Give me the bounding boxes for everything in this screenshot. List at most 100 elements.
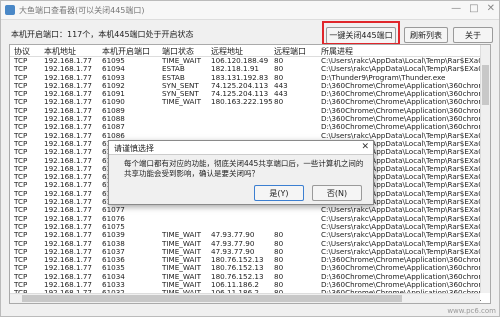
yes-button[interactable]: 是(Y): [254, 185, 304, 201]
table-cell: C:\Users\rakc\AppData\Local\Temp\Rar$EXa…: [321, 57, 481, 65]
table-row[interactable]: TCP 192.168.1.77 61094 ESTAB 182.118.1.91 80 C…: [10, 65, 481, 74]
table-cell: TIME_WAIT: [162, 57, 201, 65]
table-cell: TIME_WAIT: [162, 247, 201, 256]
table-row[interactable]: TCP 192.168.1.77 61088 D:\360Chrome\Chrome\…: [10, 115, 481, 124]
table-cell: 61090: [102, 98, 125, 107]
table-cell: TCP: [14, 90, 28, 99]
table-cell: 80: [274, 57, 284, 65]
table-cell: 61086: [102, 131, 125, 140]
table-row[interactable]: TCP 192.168.1.77 61035 TIME_WAIT 180.76.152.…: [10, 264, 481, 273]
table-cell: TCP: [14, 106, 28, 115]
table-cell: 61092: [102, 81, 125, 90]
table-row[interactable]: TCP 192.168.1.77 61087 D:\360Chrome\Chrome\…: [10, 123, 481, 132]
table-row[interactable]: TCP 192.168.1.77 61037 TIME_WAIT 47.93.77.90…: [10, 247, 481, 256]
table-cell: TCP: [14, 65, 28, 74]
refresh-button[interactable]: 刷新列表: [404, 27, 448, 43]
table-cell: C:\Users\rakc\AppData\Local\Temp\Rar$EXa…: [321, 214, 481, 223]
table-cell: TCP: [14, 81, 28, 90]
vertical-scrollbar[interactable]: [480, 45, 490, 293]
table-row[interactable]: TCP 192.168.1.77 61077 C:\Users\rakc\AppDat…: [10, 206, 481, 214]
table-cell: 80: [274, 98, 284, 107]
table-cell: TIME_WAIT: [162, 231, 201, 240]
title-bar[interactable]: 大鱼端口查看器(可以关闭445端口) — □ ✕: [1, 1, 499, 20]
dialog-message: 每个端口都有对应的功能，彻底关闭445共享端口后，一些计算机之间的共享功能会受到…: [124, 159, 364, 178]
scroll-thumb[interactable]: [22, 295, 402, 302]
window-title: 大鱼端口查看器(可以关闭445端口): [19, 6, 145, 15]
watermark: www.pc6.com: [447, 307, 496, 315]
table-row[interactable]: TCP 192.168.1.77 61036 TIME_WAIT 180.76.152.…: [10, 256, 481, 265]
column-header[interactable]: 远程端口: [274, 46, 319, 57]
dialog-title: 请谨慎选择: [114, 144, 154, 153]
table-cell: TCP: [14, 272, 28, 281]
table-cell: 61038: [102, 239, 125, 248]
column-header[interactable]: 本机开启端口: [102, 46, 162, 57]
table-cell: SYN_SENT: [162, 90, 199, 99]
column-header[interactable]: 协议: [14, 46, 30, 57]
minimize-icon[interactable]: —: [451, 3, 461, 14]
table-cell: C:\Users\rakc\AppData\Local\Temp\Rar$EXa…: [321, 222, 481, 231]
table-cell: D:\360Chrome\Chrome\Application\360chrom…: [321, 256, 481, 265]
table-cell: 61036: [102, 256, 125, 265]
no-button[interactable]: 否(N): [312, 185, 362, 201]
table-cell: 80: [274, 272, 284, 281]
table-cell: 443: [274, 90, 288, 99]
table-row[interactable]: TCP 192.168.1.77 61092 SYN_SENT 74.125.204.1…: [10, 81, 481, 90]
table-cell: TCP: [14, 181, 28, 190]
table-cell: 61039: [102, 231, 125, 240]
table-row[interactable]: TCP 192.168.1.77 61039 TIME_WAIT 47.93.77.90…: [10, 231, 481, 240]
table-cell: ESTAB: [162, 65, 185, 74]
table-cell: 61089: [102, 106, 125, 115]
highlight-box: [322, 21, 400, 45]
table-cell: C:\Users\rakc\AppData\Local\Temp\Rar$EXa…: [321, 247, 481, 256]
column-header[interactable]: 所属进程: [321, 46, 481, 57]
table-cell: TCP: [14, 139, 28, 148]
table-row[interactable]: TCP 192.168.1.77 61038 TIME_WAIT 47.93.77.90…: [10, 239, 481, 248]
table-cell: TCP: [14, 256, 28, 265]
table-cell: TCP: [14, 222, 28, 231]
table-cell: 80: [274, 65, 284, 74]
column-header[interactable]: 端口状态: [162, 46, 214, 57]
close-icon[interactable]: ✕: [487, 3, 495, 14]
table-row[interactable]: TCP 192.168.1.77 61091 SYN_SENT 74.125.204.1…: [10, 90, 481, 99]
table-cell: 61035: [102, 264, 125, 273]
table-cell: D:\360Chrome\Chrome\Application\360chrom…: [321, 123, 481, 132]
table-cell: TCP: [14, 115, 28, 124]
table-cell: 74.125.204.113: [211, 90, 269, 99]
table-row[interactable]: TCP 192.168.1.77 61093 ESTAB 183.131.192.83 8…: [10, 74, 480, 82]
table-cell: 61033: [102, 281, 125, 290]
scroll-thumb[interactable]: [482, 65, 489, 105]
column-header[interactable]: 远程地址: [211, 46, 281, 57]
table-cell: 80: [274, 256, 284, 265]
table-cell: TCP: [14, 281, 28, 290]
about-button[interactable]: 关于: [453, 27, 493, 43]
table-cell: 180.76.152.13: [211, 256, 264, 265]
table-row[interactable]: TCP 192.168.1.77 61076 C:\Users\rakc\AppDat…: [10, 214, 481, 223]
dialog-title-bar[interactable]: 请谨慎选择 ✕: [109, 141, 373, 155]
main-window: 大鱼端口查看器(可以关闭445端口) — □ ✕ 本机开启端口：117个，本机4…: [0, 0, 500, 317]
table-cell: 106.11.186.2: [211, 281, 260, 290]
table-row[interactable]: TCP 192.168.1.77 61095 TIME_WAIT 106.120.188…: [10, 57, 481, 65]
table-cell: D:\360Chrome\Chrome\Application\360chrom…: [321, 106, 481, 115]
table-row[interactable]: TCP 192.168.1.77 61090 TIME_WAIT 180.163.222…: [10, 98, 481, 107]
table-cell: TCP: [14, 73, 28, 82]
table-cell: 74.125.204.113: [211, 81, 269, 90]
window-controls: — □ ✕: [451, 3, 495, 14]
horizontal-scrollbar[interactable]: [10, 293, 480, 303]
table-row[interactable]: TCP 192.168.1.77 61033 TIME_WAIT 106.11.186.…: [10, 281, 481, 290]
table-row[interactable]: TCP 192.168.1.77 61086 C:\Users\rakc\AppDat…: [10, 131, 481, 140]
app-icon: [5, 5, 15, 15]
table-cell: TCP: [14, 123, 28, 132]
table-cell: C:\Users\rakc\AppData\Local\Temp\Rar$EXa…: [321, 131, 481, 140]
table-cell: 61034: [102, 272, 125, 281]
dialog-close-icon[interactable]: ✕: [361, 142, 369, 152]
table-cell: TIME_WAIT: [162, 272, 201, 281]
table-cell: 61091: [102, 90, 125, 99]
table-row[interactable]: TCP 192.168.1.77 61034 TIME_WAIT 180.76.152.…: [10, 272, 481, 281]
table-cell: TCP: [14, 239, 28, 248]
table-cell: 80: [274, 247, 284, 256]
table-row[interactable]: TCP 192.168.1.77 61075 C:\Users\rakc\AppDat…: [10, 222, 481, 231]
table-row[interactable]: TCP 192.168.1.77 61089 D:\360Chrome\Chrome\…: [10, 106, 481, 115]
table-cell: 47.93.77.90: [211, 231, 255, 240]
maximize-icon[interactable]: □: [469, 3, 478, 14]
table-cell: 80: [274, 264, 284, 273]
